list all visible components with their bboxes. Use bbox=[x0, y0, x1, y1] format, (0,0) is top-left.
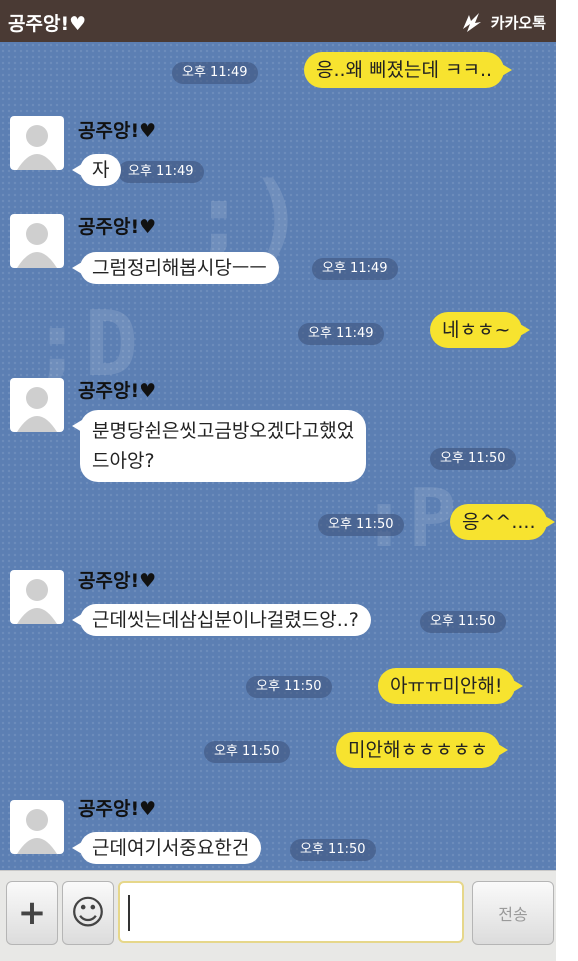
message-bubble[interactable]: 분명당쉰은씻고금방오겠다고했었 드아앙? bbox=[71, 410, 367, 482]
message-time: 오후 11:50 bbox=[318, 514, 404, 536]
message-time: 오후 11:49 bbox=[172, 62, 258, 84]
default-profile-icon bbox=[17, 579, 57, 624]
plus-icon: + bbox=[17, 893, 47, 933]
message-text-line: 드아앙? bbox=[92, 450, 155, 472]
chat-area[interactable]: ;) ;D :P 오후 11:49 응..왜 삐졌는데 ㅋㅋ.. 공주앙!♥ 오… bbox=[0, 42, 556, 870]
default-profile-icon bbox=[17, 125, 57, 170]
kakaotalk-logo-icon bbox=[462, 13, 481, 32]
message-time: 오후 11:50 bbox=[420, 611, 506, 633]
send-button[interactable]: 전송 bbox=[472, 881, 554, 945]
message-composer: + ☺ 전송 bbox=[0, 870, 556, 961]
message-time: 오후 11:50 bbox=[430, 448, 516, 470]
profile-avatar[interactable] bbox=[10, 800, 64, 854]
message-bubble[interactable]: 근데씻는데삼십분이나걸렸드앙..? bbox=[72, 604, 371, 636]
message-time: 오후 11:50 bbox=[246, 676, 332, 698]
message-bubble[interactable]: 미안해ㅎㅎㅎㅎㅎ bbox=[336, 732, 508, 768]
profile-avatar[interactable] bbox=[10, 378, 64, 432]
default-profile-icon bbox=[17, 223, 57, 268]
profile-avatar[interactable] bbox=[10, 570, 64, 624]
emoticon-button[interactable]: ☺ bbox=[62, 881, 114, 945]
message-time: 오후 11:49 bbox=[298, 323, 384, 345]
sender-name: 공주앙!♥ bbox=[78, 120, 157, 142]
message-text-line: 분명당쉰은씻고금방오겠다고했었 bbox=[92, 420, 355, 442]
message-time: 오후 11:49 bbox=[312, 258, 398, 280]
sender-name: 공주앙!♥ bbox=[78, 798, 157, 820]
message-bubble[interactable]: 응^^.... bbox=[450, 504, 556, 540]
sender-name: 공주앙!♥ bbox=[78, 216, 157, 238]
message-time: 오후 11:50 bbox=[204, 741, 290, 763]
message-bubble[interactable]: 자 bbox=[71, 154, 122, 186]
message-bubble[interactable]: 네ㅎㅎ~ bbox=[430, 312, 531, 348]
send-button-label: 전송 bbox=[498, 905, 528, 924]
message-bubble[interactable]: 아ㅠㅠ미안해! bbox=[378, 668, 522, 704]
profile-avatar[interactable] bbox=[10, 116, 64, 170]
plus-button[interactable]: + bbox=[6, 881, 58, 945]
sender-name: 공주앙!♥ bbox=[78, 570, 157, 592]
emoticon-icon: ☺ bbox=[70, 893, 106, 933]
sender-name: 공주앙!♥ bbox=[78, 380, 157, 402]
message-input[interactable] bbox=[118, 881, 464, 943]
message-time: 오후 11:50 bbox=[290, 839, 376, 861]
message-bubble[interactable]: 응..왜 삐졌는데 ㅋㅋ.. bbox=[304, 52, 513, 88]
chat-header: 공주앙!♥ 카카오톡 bbox=[0, 0, 556, 42]
right-margin bbox=[556, 0, 578, 960]
chat-title: 공주앙!♥ bbox=[8, 13, 87, 35]
message-bubble[interactable]: 근데여기서중요한건 bbox=[71, 832, 262, 864]
default-profile-icon bbox=[17, 387, 57, 432]
message-bubble[interactable]: 그럼정리해봅시당ㅡㅡ bbox=[72, 252, 279, 284]
profile-avatar[interactable] bbox=[10, 214, 64, 268]
brand: 카카오톡 bbox=[459, 11, 546, 33]
message-time: 오후 11:49 bbox=[118, 161, 204, 183]
default-profile-icon bbox=[17, 809, 57, 854]
text-caret bbox=[128, 895, 130, 931]
brand-label: 카카오톡 bbox=[490, 13, 546, 32]
